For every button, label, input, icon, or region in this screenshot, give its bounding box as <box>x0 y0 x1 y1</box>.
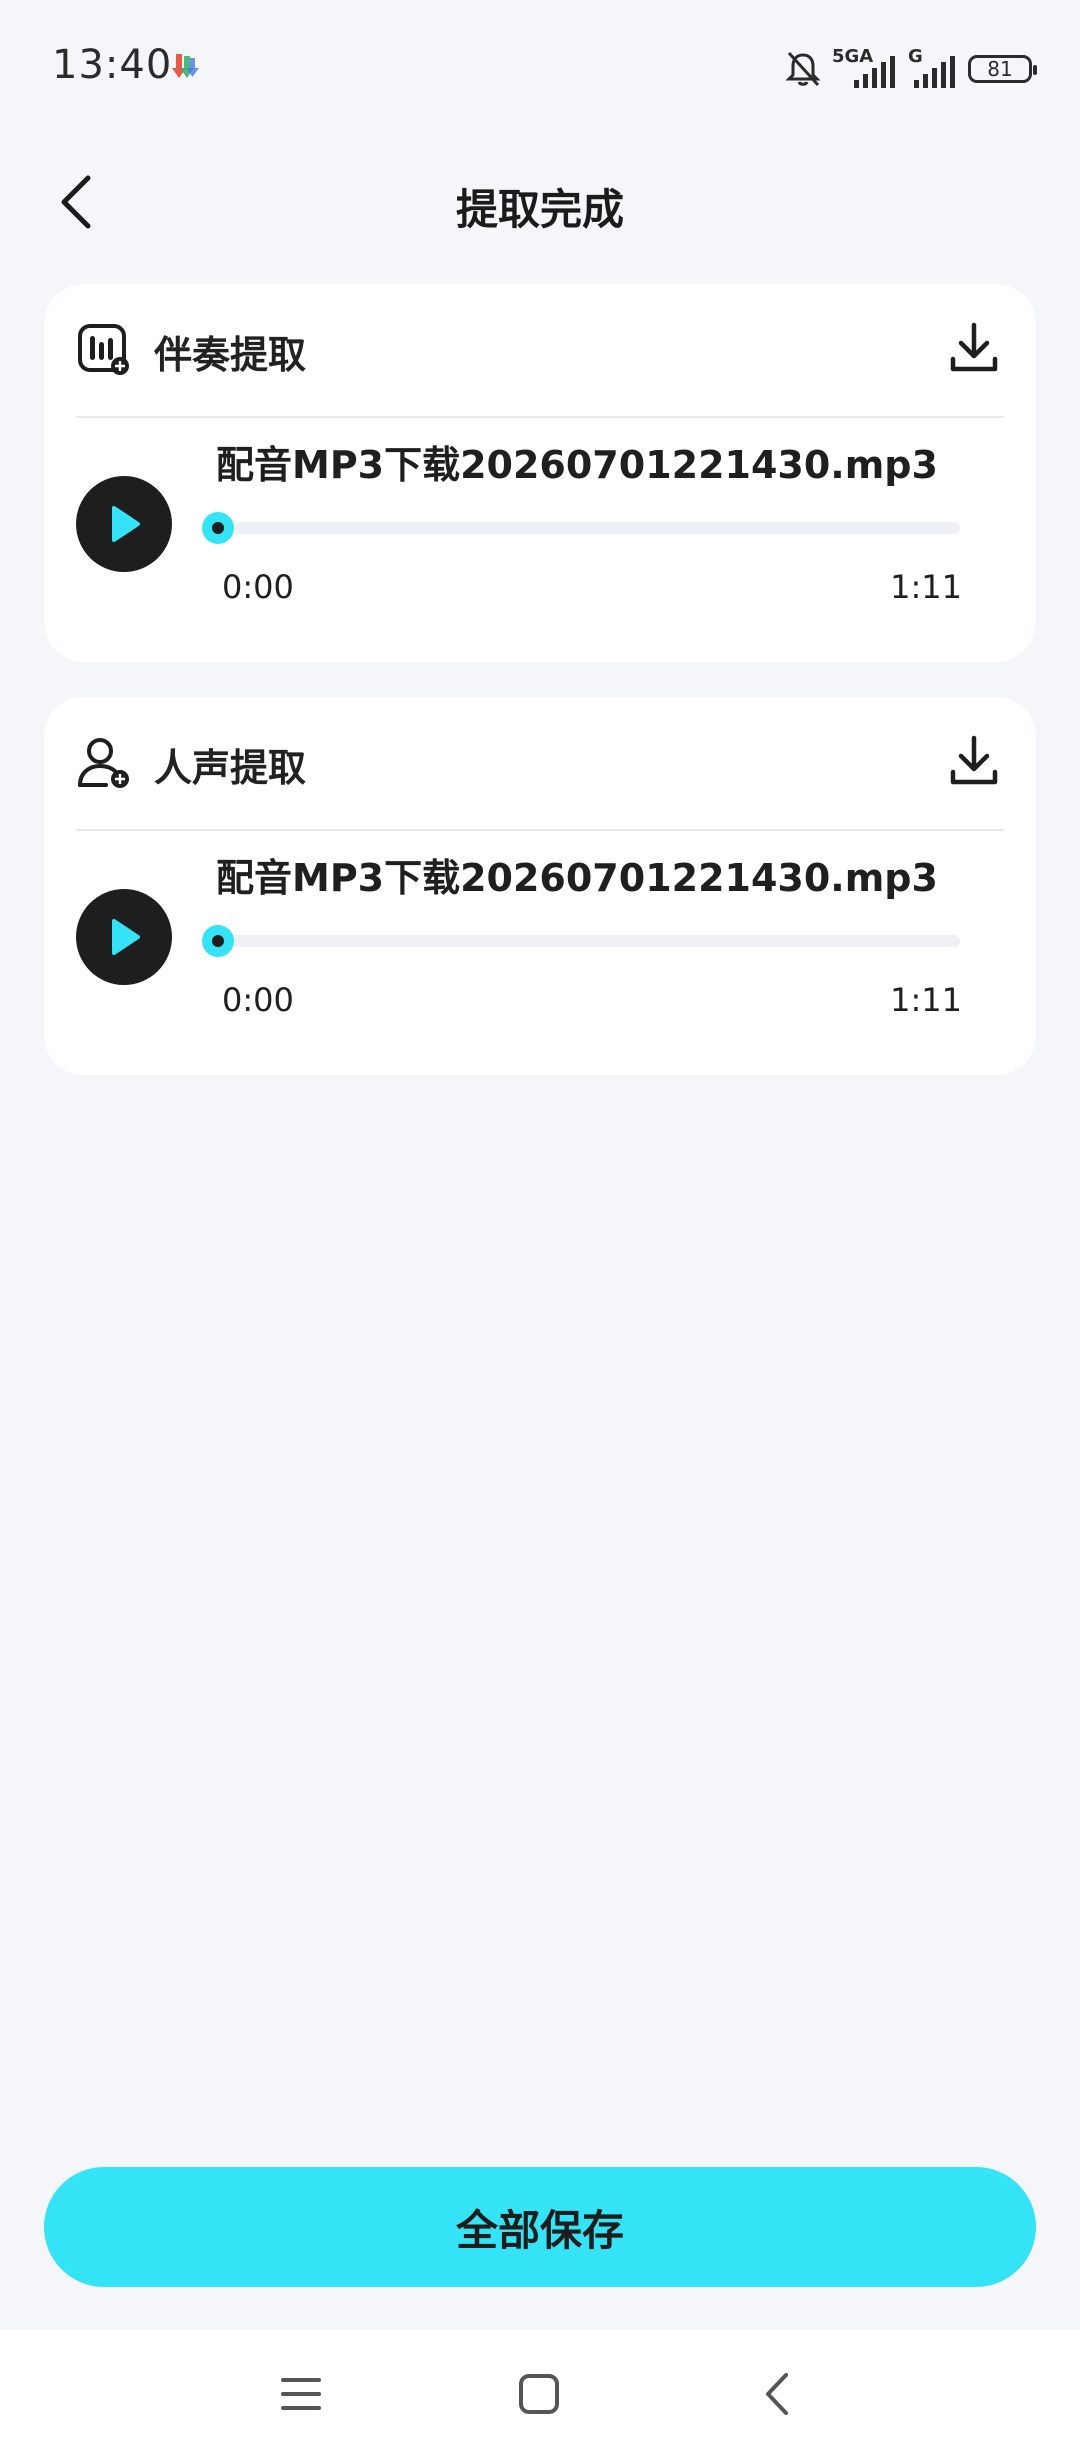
signal-g: G <box>908 46 958 92</box>
save-all-button[interactable]: 全部保存 <box>44 2167 1036 2287</box>
play-icon <box>112 506 140 542</box>
nav-menu-button[interactable] <box>256 2354 346 2434</box>
signal-bars-icon <box>854 56 895 88</box>
play-button[interactable] <box>76 476 172 572</box>
battery-indicator: 81 <box>968 55 1037 83</box>
home-square-icon <box>519 2374 559 2414</box>
current-time: 0:00 <box>222 568 294 606</box>
progress-track[interactable] <box>202 512 960 544</box>
mute-bell-icon <box>785 51 821 87</box>
card-header: 人声提取 <box>76 697 1004 831</box>
status-icons: 5GA G 81 <box>784 44 1037 94</box>
file-name: 配音MP3下载20260701221430.mp3 <box>216 856 938 900</box>
chevron-left-icon <box>766 2373 788 2415</box>
download-icon <box>950 322 998 372</box>
status-time: 13:40 <box>52 42 173 88</box>
audio-player: 配音MP3下载20260701221430.mp3 0:00 1:11 <box>76 418 1004 658</box>
download-button[interactable] <box>944 316 1004 380</box>
vocal-card: 人声提取 配音MP3下载20260701221430.mp3 0:00 1:11 <box>44 697 1036 1075</box>
navigation-bar <box>0 2330 1080 2460</box>
page-title: 提取完成 <box>455 185 624 234</box>
card-title: 伴奏提取 <box>154 333 307 377</box>
play-button[interactable] <box>76 889 172 985</box>
signal-5ga: 5GA <box>832 46 898 92</box>
menu-icon <box>281 2378 321 2410</box>
app-notification-icon <box>172 54 199 78</box>
current-time: 0:00 <box>222 981 294 1019</box>
card-header: 伴奏提取 <box>76 284 1004 418</box>
download-button[interactable] <box>944 729 1004 793</box>
card-title: 人声提取 <box>154 746 307 790</box>
status-bar: 13:40 5GA G 81 <box>0 0 1080 130</box>
download-icon <box>950 735 998 785</box>
vocal-icon <box>78 738 129 788</box>
signal-bars-icon-2 <box>914 56 955 88</box>
total-time: 1:11 <box>890 568 962 606</box>
progress-track[interactable] <box>202 925 960 957</box>
progress-thumb[interactable] <box>202 925 234 957</box>
file-name: 配音MP3下载20260701221430.mp3 <box>216 443 938 487</box>
header: 提取完成 <box>0 130 1080 280</box>
play-icon <box>112 919 140 955</box>
accompaniment-card: 伴奏提取 配音MP3下载20260701221430.mp3 0:00 1:11 <box>44 284 1036 662</box>
accompaniment-icon <box>78 324 129 375</box>
nav-back-button[interactable] <box>732 2354 822 2434</box>
total-time: 1:11 <box>890 981 962 1019</box>
audio-player: 配音MP3下载20260701221430.mp3 0:00 1:11 <box>76 831 1004 1071</box>
nav-home-button[interactable] <box>494 2354 584 2434</box>
progress-thumb[interactable] <box>202 512 234 544</box>
